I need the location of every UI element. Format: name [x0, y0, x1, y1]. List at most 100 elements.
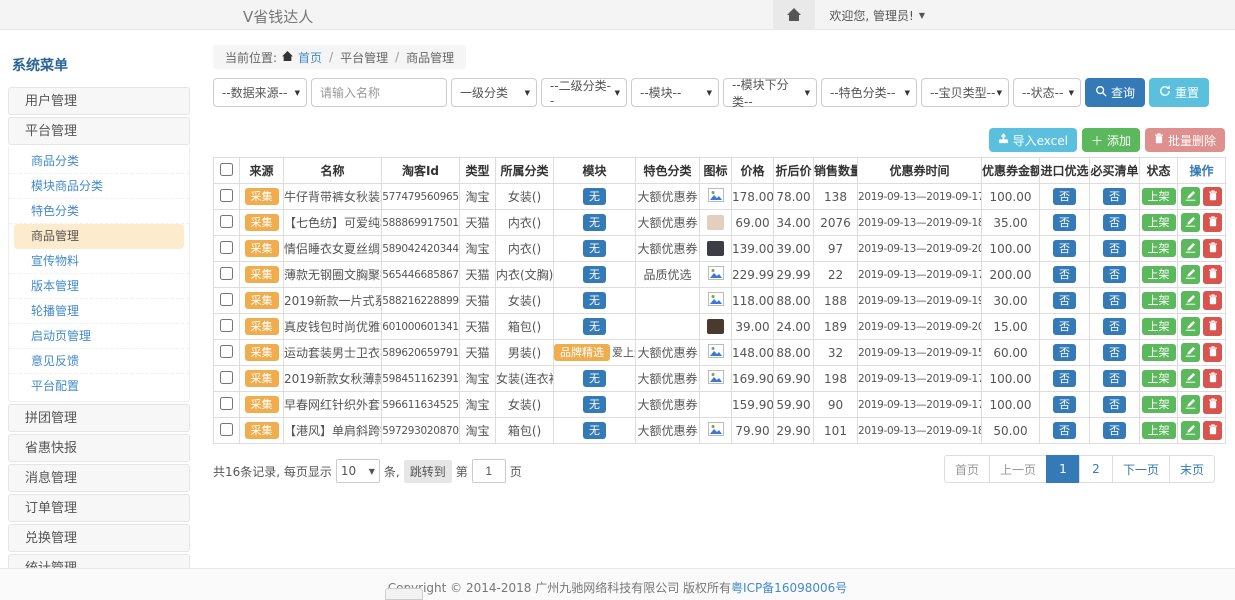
import-excel-button[interactable]: 导入excel: [989, 128, 1077, 152]
filter-select[interactable]: --二级分类--▼: [541, 78, 627, 107]
sidebar-subitem[interactable]: 宣传物料: [9, 249, 189, 274]
sidebar-subitem[interactable]: 意见反馈: [9, 349, 189, 374]
select-all-checkbox[interactable]: [220, 163, 233, 176]
add-button[interactable]: ＋ 添加: [1082, 128, 1140, 152]
sidebar-section[interactable]: 省惠快报: [8, 434, 190, 462]
status-badge[interactable]: 上架: [1142, 344, 1176, 361]
sidebar-subitem[interactable]: 特色分类: [9, 199, 189, 224]
edit-button[interactable]: [1181, 369, 1200, 388]
edit-button[interactable]: [1181, 395, 1200, 414]
page-button[interactable]: 下一页: [1112, 455, 1170, 483]
edit-button[interactable]: [1181, 291, 1200, 310]
row-checkbox[interactable]: [220, 397, 233, 410]
batch-delete-button[interactable]: 批量删除: [1145, 128, 1225, 152]
page-button[interactable]: 末页: [1169, 455, 1215, 483]
filter-select[interactable]: --状态--▼: [1013, 78, 1081, 107]
sidebar-section[interactable]: 用户管理: [8, 87, 190, 115]
import-select-toggle[interactable]: 否: [1053, 266, 1076, 283]
user-menu[interactable]: 欢迎您, 管理员! ▼: [829, 7, 925, 24]
must-buy-toggle[interactable]: 否: [1103, 266, 1126, 283]
filter-select[interactable]: --模块--▼: [631, 78, 719, 107]
row-checkbox[interactable]: [220, 345, 233, 358]
delete-button[interactable]: [1203, 421, 1222, 440]
status-badge[interactable]: 上架: [1142, 240, 1176, 257]
page-button[interactable]: 2: [1079, 455, 1113, 483]
edit-button[interactable]: [1181, 213, 1200, 232]
import-select-toggle[interactable]: 否: [1053, 422, 1076, 439]
sidebar-subitem[interactable]: 模块商品分类: [9, 174, 189, 199]
must-buy-toggle[interactable]: 否: [1103, 240, 1126, 257]
status-badge[interactable]: 上架: [1142, 214, 1176, 231]
sidebar-section[interactable]: 兑换管理: [8, 524, 190, 552]
delete-button[interactable]: [1203, 343, 1222, 362]
search-button[interactable]: 查询: [1085, 78, 1145, 107]
delete-button[interactable]: [1203, 239, 1222, 258]
page-button[interactable]: 1: [1046, 455, 1080, 483]
sidebar-subitem[interactable]: 平台配置: [9, 374, 189, 399]
sidebar-subitem[interactable]: 商品管理: [14, 224, 184, 249]
sidebar-section[interactable]: 消息管理: [8, 464, 190, 492]
edit-button[interactable]: [1181, 421, 1200, 440]
sidebar-section[interactable]: 拼团管理: [8, 404, 190, 432]
import-select-toggle[interactable]: 否: [1053, 188, 1076, 205]
must-buy-toggle[interactable]: 否: [1103, 344, 1126, 361]
status-badge[interactable]: 上架: [1142, 370, 1176, 387]
edit-button[interactable]: [1181, 265, 1200, 284]
must-buy-toggle[interactable]: 否: [1103, 370, 1126, 387]
icp-link[interactable]: 粤ICP备16098006号: [731, 581, 847, 595]
sidebar-subitem[interactable]: 启动页管理: [9, 324, 189, 349]
row-checkbox[interactable]: [220, 319, 233, 332]
page-number-input[interactable]: [472, 459, 506, 483]
delete-button[interactable]: [1203, 317, 1222, 336]
import-select-toggle[interactable]: 否: [1053, 318, 1076, 335]
status-badge[interactable]: 上架: [1142, 266, 1176, 283]
filter-select[interactable]: --数据来源--▼: [213, 78, 307, 107]
import-select-toggle[interactable]: 否: [1053, 292, 1076, 309]
breadcrumb-home-link[interactable]: 首页: [298, 49, 322, 66]
import-select-toggle[interactable]: 否: [1053, 240, 1076, 257]
reset-button[interactable]: 重置: [1149, 78, 1209, 107]
status-badge[interactable]: 上架: [1142, 422, 1176, 439]
clipped-button[interactable]: [385, 588, 423, 600]
row-checkbox[interactable]: [220, 293, 233, 306]
row-checkbox[interactable]: [220, 267, 233, 280]
edit-button[interactable]: [1181, 187, 1200, 206]
sidebar-subitem[interactable]: 版本管理: [9, 274, 189, 299]
edit-button[interactable]: [1181, 317, 1200, 336]
filter-select[interactable]: --特色分类--▼: [821, 78, 917, 107]
name-search-input[interactable]: [311, 78, 447, 107]
must-buy-toggle[interactable]: 否: [1103, 214, 1126, 231]
filter-select[interactable]: --模块下分类--▼: [723, 78, 817, 107]
delete-button[interactable]: [1203, 187, 1222, 206]
home-button[interactable]: [773, 0, 815, 30]
filter-select[interactable]: 一级分类▼: [451, 78, 537, 107]
status-badge[interactable]: 上架: [1142, 188, 1176, 205]
sidebar-subitem[interactable]: 轮播管理: [9, 299, 189, 324]
sidebar-section[interactable]: 订单管理: [8, 494, 190, 522]
filter-select[interactable]: --宝贝类型--▼: [921, 78, 1009, 107]
import-select-toggle[interactable]: 否: [1053, 370, 1076, 387]
must-buy-toggle[interactable]: 否: [1103, 292, 1126, 309]
delete-button[interactable]: [1203, 395, 1222, 414]
row-checkbox[interactable]: [220, 215, 233, 228]
import-select-toggle[interactable]: 否: [1053, 396, 1076, 413]
edit-button[interactable]: [1181, 343, 1200, 362]
must-buy-toggle[interactable]: 否: [1103, 318, 1126, 335]
edit-button[interactable]: [1181, 239, 1200, 258]
sidebar-subitem[interactable]: 商品分类: [9, 149, 189, 174]
delete-button[interactable]: [1203, 265, 1222, 284]
must-buy-toggle[interactable]: 否: [1103, 396, 1126, 413]
status-badge[interactable]: 上架: [1142, 318, 1176, 335]
row-checkbox[interactable]: [220, 423, 233, 436]
page-size-select[interactable]: 10▼: [336, 459, 380, 483]
delete-button[interactable]: [1203, 369, 1222, 388]
row-checkbox[interactable]: [220, 241, 233, 254]
delete-button[interactable]: [1203, 213, 1222, 232]
import-select-toggle[interactable]: 否: [1053, 214, 1076, 231]
status-badge[interactable]: 上架: [1142, 396, 1176, 413]
row-checkbox[interactable]: [220, 371, 233, 384]
must-buy-toggle[interactable]: 否: [1103, 422, 1126, 439]
sidebar-section[interactable]: 平台管理: [8, 117, 190, 145]
must-buy-toggle[interactable]: 否: [1103, 188, 1126, 205]
row-checkbox[interactable]: [220, 189, 233, 202]
